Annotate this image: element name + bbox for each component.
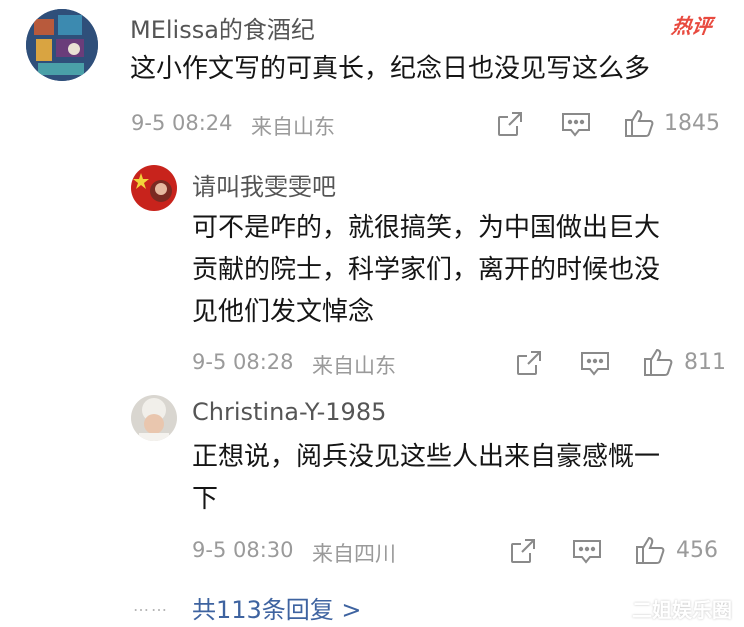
comment-username[interactable]: MElissa的食酒纪 (130, 10, 315, 45)
comment-timestamp: 9-5 08:24 (131, 111, 233, 135)
reply-text: 正想说，阅兵没见这些人出来自豪感慨一 下 (192, 436, 660, 520)
share-icon[interactable] (509, 537, 537, 569)
avatar[interactable] (131, 395, 177, 441)
share-icon[interactable] (515, 349, 543, 381)
reply-text-line: 正想说，阅兵没见这些人出来自豪感慨一 (192, 442, 661, 472)
comment-icon[interactable] (561, 111, 591, 142)
reply-text-line: 贡献的院士，科学家们，离开的时候也没 (192, 255, 661, 285)
more-replies-dots: …… (133, 596, 169, 615)
like-count: 456 (676, 538, 718, 563)
like-count: 811 (684, 350, 726, 375)
reply-timestamp: 9-5 08:28 (192, 350, 294, 374)
like-icon[interactable] (635, 535, 667, 569)
comment-icon[interactable] (572, 538, 602, 569)
comment-source: 来自山东 (251, 115, 335, 139)
reply-username[interactable]: Christina-Y-1985 (192, 398, 386, 426)
reply-timestamp: 9-5 08:30 (192, 538, 294, 562)
hot-comment-badge: 热评 (670, 14, 714, 38)
avatar[interactable] (131, 165, 177, 211)
like-icon[interactable] (643, 347, 675, 381)
like-icon[interactable] (624, 108, 656, 142)
reply-source: 来自四川 (312, 542, 396, 566)
share-icon[interactable] (496, 110, 524, 142)
reply-username[interactable]: 请叫我雯雯吧 (192, 167, 336, 202)
reply-text-line: 见他们发文悼念 (192, 297, 375, 327)
view-all-replies-link[interactable]: 共113条回复 > (192, 590, 362, 625)
like-count: 1845 (664, 111, 720, 136)
comment-text: 这小作文写的可真长，纪念日也没见写这么多 (130, 54, 651, 84)
reply-source: 来自山东 (312, 354, 396, 378)
reply-text-line: 下 (192, 484, 219, 514)
reply-text: 可不是咋的，就很搞笑，为中国做出巨大 贡献的院士，科学家们，离开的时候也没 见他… (192, 207, 660, 333)
reply-text-line: 可不是咋的，就很搞笑，为中国做出巨大 (192, 213, 661, 243)
avatar[interactable] (26, 9, 98, 81)
watermark: 二姐娱乐圈 (632, 598, 732, 622)
comment-icon[interactable] (580, 350, 610, 381)
